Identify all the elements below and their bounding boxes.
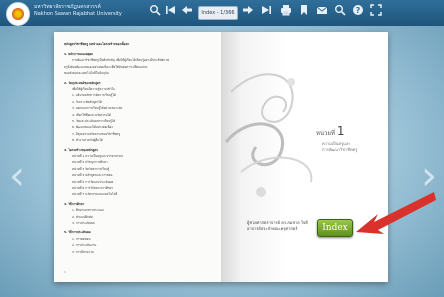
left-page-line: หน่วยที่ 2 ปรัชญาการศึกษา [72, 160, 108, 165]
left-page-line: ครูจึงต้องพัฒนาตนเองอย่างต่อเนื่อง เพื่อ… [64, 64, 148, 69]
chapter-label: หน่วยที่ [316, 130, 335, 137]
left-page-line: หน่วยที่ 5 การวัดและประเมินผล [72, 179, 114, 184]
chapter-title-line2: การพัฒนาวิชาชีพครู [322, 147, 358, 152]
last-page-icon[interactable] [259, 4, 273, 18]
app-title-line2: Nakhon Sawan Rajabhat University [34, 11, 122, 17]
bookmark-icon[interactable] [297, 4, 311, 18]
left-page-number: 1 [64, 270, 66, 274]
previous-page-icon[interactable] [180, 4, 194, 18]
svg-text:?: ? [356, 6, 361, 15]
left-page-line: การพัฒนาวิชาชีพครูเป็นสิ่งสำคัญ เพื่อให้… [72, 58, 169, 63]
left-page-line: 1. การทดสอบ [72, 236, 91, 241]
red-pointer-arrow-icon [356, 192, 436, 234]
page-indicator[interactable]: Index - 1/366 [198, 6, 238, 20]
left-page-line: 7. มีคุณธรรมจริยธรรมของวิชาชีพครู [72, 131, 121, 136]
left-page-line: 3. การมีส่วนร่วม [72, 249, 94, 254]
left-page-line: 3. การประเมินผล [72, 221, 95, 225]
left-page-line: 3. โครงสร้างของหลักสูตร [64, 147, 98, 152]
left-page-line: เพื่อให้ผู้เรียนมีความรู้ความเข้าใจ [72, 87, 115, 91]
left-page-line: 5. วิธีการประเมินผล [64, 230, 91, 235]
top-toolbar: มหาวิทยาลัยราชภัฏนครสวรรค์ Nakhon Sawan … [0, 0, 444, 27]
chapter-heading: หน่วยที่ 1 [316, 124, 345, 138]
left-page-line: 3. ออกแบบการเรียนรู้ได้อย่างเหมาะสม [72, 106, 123, 111]
index-button[interactable]: Index [317, 219, 353, 237]
print-icon[interactable] [279, 4, 293, 18]
left-page-line: 1. หลักการและเหตุผล [64, 52, 93, 56]
left-page-line: หน่วยที่ 7 นวัตกรรมและเทคโนโลยี [72, 192, 118, 197]
left-page-line: 2. วัตถุประสงค์ของหลักสูตร [64, 80, 101, 85]
left-page-line: 2. ทำแบบฝึกหัด [72, 214, 93, 219]
left-page-line: หน่วยที่ 3 จิตวิทยาการเรียนรู้ [72, 166, 110, 171]
left-page[interactable]: หลักสูตรวิชาชีพครู บทนำและโครงสร้างของเน… [54, 32, 222, 282]
left-page-line: หน่วยที่ 4 หลักสูตรและการสอน [72, 173, 113, 178]
email-icon[interactable] [315, 4, 329, 18]
left-page-line: 6. พัฒนาตนเองได้อย่างต่อเนื่อง [72, 125, 113, 130]
search-icon[interactable] [333, 4, 347, 18]
app-title-line1: มหาวิทยาลัยราชภัฏนครสวรรค์ [34, 4, 101, 10]
zoom-icon[interactable] [148, 4, 162, 18]
left-page-line: หน่วยที่ 6 การวิจัยทางการศึกษา [72, 186, 114, 190]
left-page-line: 4. เลือกใช้สื่อและนวัตกรรมได้ [72, 112, 111, 117]
chapter-title: ความเป็นครูและ การพัฒนาวิชาชีพครู [322, 141, 382, 153]
left-page-line: หน่วยที่ 1 ความเป็นครูและจรรยาบรรณ [72, 154, 123, 158]
left-page-line: 1. อธิบายหลักการจัดการเรียนรู้ได้ [72, 93, 116, 98]
left-page-line: 5. วัดและประเมินผลการเรียนรู้ได้ [72, 119, 116, 123]
left-page-line: 8. ทำงานร่วมกับผู้อื่นได้ [72, 138, 103, 143]
university-logo [6, 2, 30, 26]
previous-spread-arrow[interactable]: ‹ [8, 146, 26, 206]
chapter-number: 1 [336, 124, 345, 138]
left-page-line: 2. วิเคราะห์หลักสูตรได้ [72, 99, 102, 104]
left-page-line: ของสังคมและเทคโนโลยีในปัจจุบัน [64, 71, 109, 76]
help-icon[interactable]: ? [351, 4, 365, 18]
app-title: มหาวิทยาลัยราชภัฏนครสวรรค์ Nakhon Sawan … [34, 4, 154, 18]
left-page-line: 4. วิธีการศึกษา [64, 201, 85, 206]
flipbook: หลักสูตรวิชาชีพครู บทนำและโครงสร้างของเน… [54, 32, 388, 282]
left-page-line: 2. การประเมินงาน [72, 243, 97, 248]
fullscreen-icon[interactable] [369, 4, 383, 18]
first-page-icon[interactable] [164, 4, 178, 18]
next-page-icon[interactable] [241, 4, 255, 18]
left-page-line: 1. ศึกษาเอกสารประกอบ [72, 208, 104, 213]
left-page-heading: หลักสูตรวิชาชีพครู บทนำและโครงสร้างของเน… [64, 42, 130, 46]
